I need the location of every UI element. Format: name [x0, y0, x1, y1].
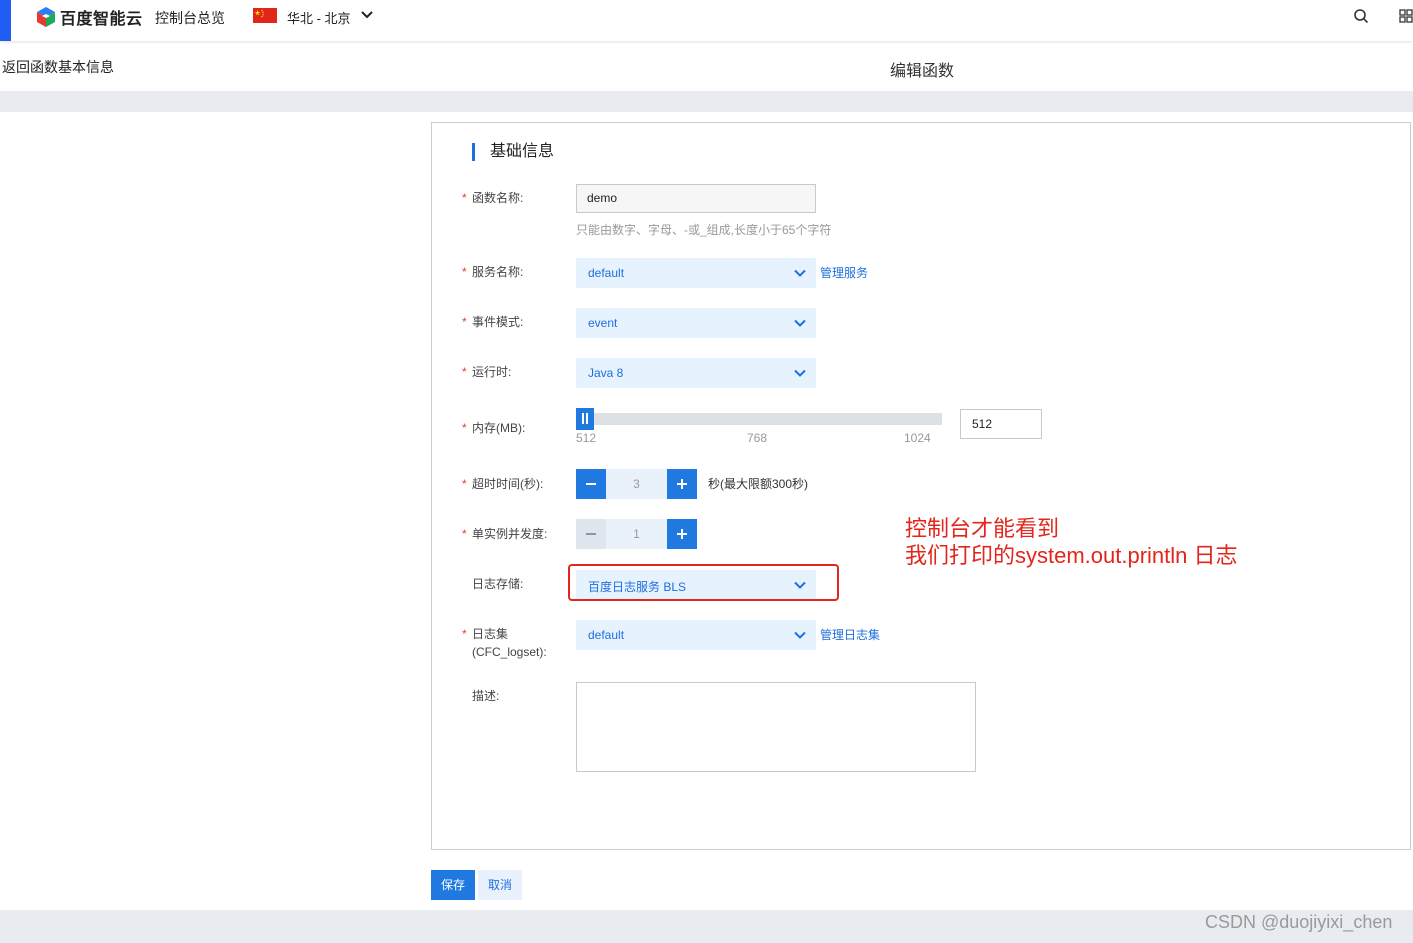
service-name-value: default [588, 266, 625, 280]
timeout-increment-button[interactable] [667, 469, 697, 499]
required-mark: * [462, 315, 467, 329]
function-name-hint: 只能由数字、字母、-或_组成,长度小于65个字符 [576, 223, 832, 237]
plus-icon [677, 479, 687, 489]
runtime-label: 运行时: [472, 365, 512, 379]
required-mark: * [462, 365, 467, 379]
plus-icon [677, 529, 687, 539]
function-name-input[interactable]: demo [576, 184, 816, 213]
concurrency-decrement-button[interactable] [576, 519, 606, 549]
service-name-label: 服务名称: [472, 265, 524, 279]
minus-icon [586, 483, 596, 485]
description-textarea[interactable] [576, 682, 976, 772]
manage-logset-link[interactable]: 管理日志集 [820, 626, 880, 643]
required-mark: * [462, 191, 467, 205]
chevron-down-icon [794, 367, 806, 382]
function-name-label: 函数名称: [472, 191, 524, 205]
concurrency-increment-button[interactable] [667, 519, 697, 549]
concurrency-value[interactable]: 1 [606, 519, 667, 549]
cube-logo-icon [37, 7, 55, 27]
runtime-value: Java 8 [588, 366, 624, 380]
event-mode-value: event [588, 316, 618, 330]
china-flag-icon [253, 8, 277, 23]
logset-label-sub: (CFC_logset): [472, 645, 547, 659]
required-mark: * [462, 527, 467, 541]
timeout-value[interactable]: 3 [606, 469, 667, 499]
chevron-down-icon [794, 629, 806, 644]
memory-tick: 1024 [904, 431, 931, 445]
runtime-select[interactable]: Java 8 [576, 358, 816, 388]
chevron-down-icon [794, 317, 806, 332]
chevron-down-icon[interactable] [360, 8, 374, 25]
brand-logo[interactable]: 百度智能云 [36, 6, 143, 28]
brand-name: 百度智能云 [60, 11, 143, 28]
top-accent-strip [0, 0, 11, 41]
memory-input[interactable]: 512 [960, 409, 1042, 439]
top-navigation-bar: 百度智能云 控制台总览 华北 - 北京 [0, 0, 1413, 41]
description-label: 描述: [472, 689, 500, 703]
logset-label: 日志集 [472, 627, 509, 641]
memory-tick: 512 [576, 431, 597, 445]
required-mark: * [462, 265, 467, 279]
annotation-line: 我们打印的system.out.println 日志 [905, 543, 1238, 568]
chevron-down-icon [794, 267, 806, 282]
annotation-text: 控制台才能看到 我们打印的system.out.println 日志 [905, 515, 1238, 569]
event-mode-label: 事件模式: [472, 315, 524, 329]
event-mode-select[interactable]: event [576, 308, 816, 338]
region-selector[interactable]: 华北 - 北京 [287, 8, 351, 27]
apps-grid-icon[interactable] [1399, 9, 1413, 26]
search-icon[interactable] [1353, 8, 1369, 27]
basic-info-card: 基础信息 * 函数名称: demo 只能由数字、字母、-或_组成,长度小于65个… [431, 122, 1411, 850]
save-button[interactable]: 保存 [431, 870, 475, 900]
concurrency-label: 单实例并发度: [472, 527, 548, 541]
footer-band [0, 910, 1413, 943]
cancel-button[interactable]: 取消 [478, 870, 522, 900]
timeout-decrement-button[interactable] [576, 469, 606, 499]
annotation-line: 控制台才能看到 [905, 516, 1060, 541]
timeout-limit-note: 秒(最大限额300秒) [708, 477, 809, 491]
page-title: 编辑函数 [890, 63, 955, 80]
section-title: 基础信息 [472, 143, 554, 161]
back-to-function-info-link[interactable]: 返回函数基本信息 [2, 57, 114, 77]
timeout-label: 超时时间(秒): [472, 477, 544, 491]
highlight-box [568, 564, 839, 601]
memory-tick: 768 [747, 431, 768, 445]
minus-icon [586, 533, 596, 535]
page-subheader: 返回函数基本信息 编辑函数 [0, 41, 1413, 91]
required-mark: * [462, 627, 467, 641]
memory-label: 内存(MB): [472, 421, 526, 435]
console-overview-link[interactable]: 控制台总览 [155, 8, 225, 28]
service-name-select[interactable]: default [576, 258, 816, 288]
logset-value: default [588, 628, 625, 642]
watermark-text: CSDN @duojiyixi_chen [1205, 912, 1393, 932]
log-storage-label: 日志存储: [472, 577, 524, 591]
required-mark: * [462, 477, 467, 491]
manage-service-link[interactable]: 管理服务 [820, 264, 868, 281]
divider-band [0, 91, 1413, 112]
required-mark: * [462, 421, 467, 435]
memory-slider-track[interactable] [576, 413, 942, 425]
logset-select[interactable]: default [576, 620, 816, 650]
memory-slider-handle[interactable] [576, 408, 594, 430]
